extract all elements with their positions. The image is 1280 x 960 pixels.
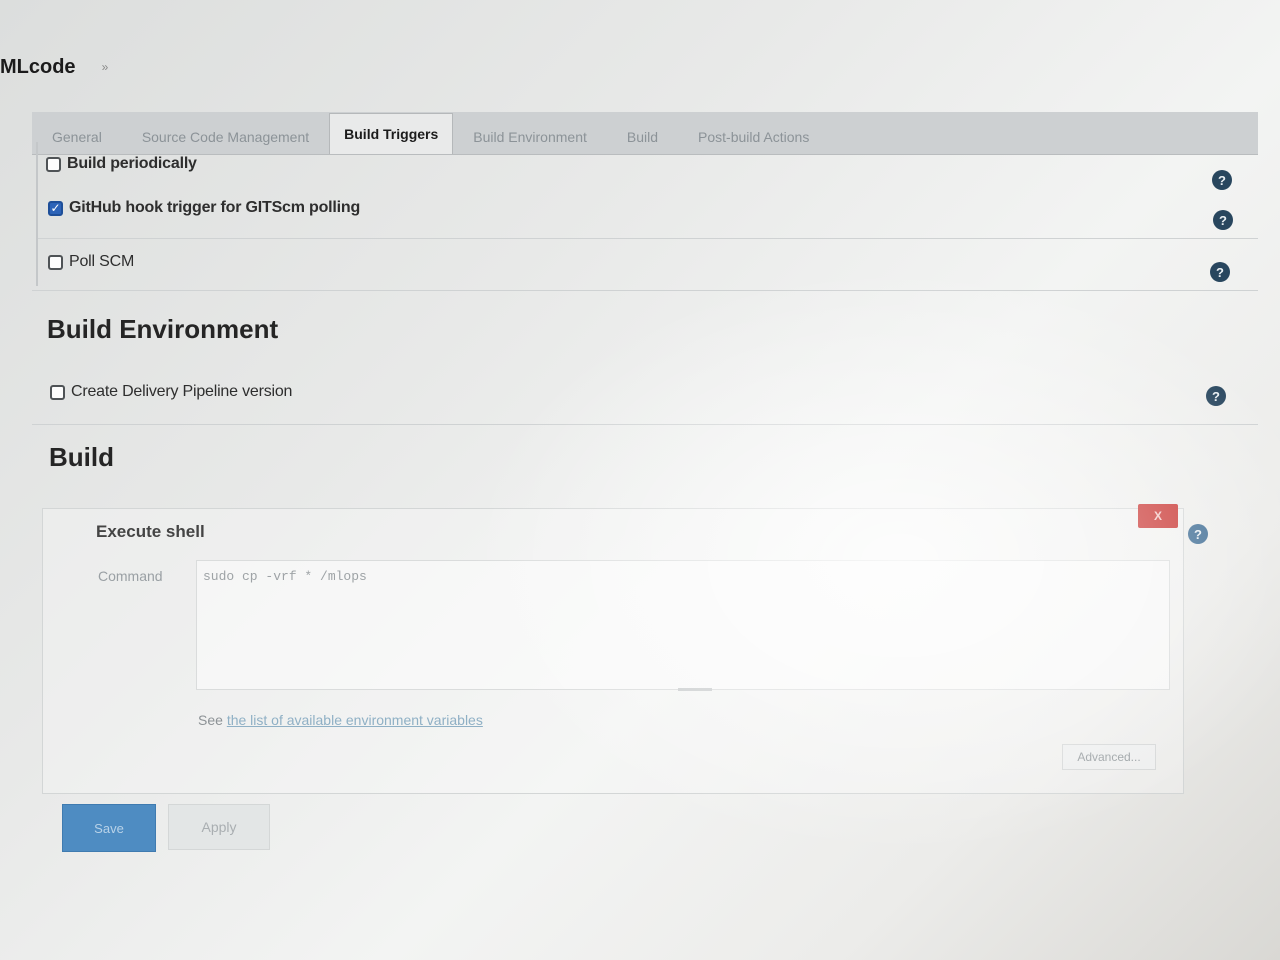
execute-shell-title: Execute shell	[96, 522, 205, 541]
create-delivery-pipeline-option[interactable]: Create Delivery Pipeline version	[50, 380, 1210, 404]
trigger-poll-scm[interactable]: Poll SCM	[48, 250, 1228, 274]
build-heading: Build	[49, 442, 114, 472]
poll-scm-checkbox[interactable]	[48, 254, 63, 270]
build-periodically-checkbox[interactable]	[46, 156, 61, 172]
breadcrumb-project[interactable]: MLcode	[0, 56, 76, 79]
delete-step-button[interactable]: X	[1138, 504, 1178, 528]
trigger-build-periodically[interactable]: Build periodically	[46, 152, 1226, 176]
help-question-icon[interactable]: ?	[1188, 524, 1208, 544]
create-delivery-pipeline-label: Create Delivery Pipeline version	[71, 383, 293, 400]
github-hook-label: GitHub hook trigger for GITScm polling	[69, 199, 361, 216]
env-vars-prefix: See	[198, 712, 227, 728]
build-periodically-label: Build periodically	[67, 155, 197, 172]
breadcrumb: MLcode »	[0, 54, 108, 80]
trigger-github-hook[interactable]: ✓ GitHub hook trigger for GITScm polling	[48, 196, 1228, 220]
advanced-button[interactable]: Advanced...	[1062, 744, 1156, 770]
apply-button[interactable]: Apply	[168, 804, 270, 850]
command-textarea[interactable]: sudo cp -vrf * /mlops	[196, 560, 1170, 690]
divider	[32, 290, 1258, 291]
breadcrumb-separator-icon: »	[101, 60, 109, 74]
help-question-icon[interactable]: ?	[1206, 386, 1226, 406]
env-vars-link[interactable]: the list of available environment variab…	[227, 712, 483, 728]
divider	[38, 238, 1258, 239]
build-environment-heading: Build Environment	[47, 314, 279, 344]
env-vars-note: See the list of available environment va…	[198, 712, 483, 728]
textarea-resize-handle[interactable]	[678, 688, 712, 691]
command-label: Command	[98, 568, 163, 584]
help-question-icon[interactable]: ?	[1213, 210, 1233, 230]
github-hook-checkbox[interactable]: ✓	[48, 200, 63, 216]
save-button[interactable]: Save	[62, 804, 156, 852]
poll-scm-label: Poll SCM	[69, 253, 135, 270]
checkmark-icon: ✓	[50, 201, 61, 215]
help-question-icon[interactable]: ?	[1210, 262, 1230, 282]
divider	[32, 424, 1258, 425]
create-delivery-pipeline-checkbox[interactable]	[50, 384, 65, 400]
job-config-panel: General Source Code Management Build Tri…	[32, 104, 1260, 860]
help-question-icon[interactable]: ?	[1212, 170, 1232, 190]
